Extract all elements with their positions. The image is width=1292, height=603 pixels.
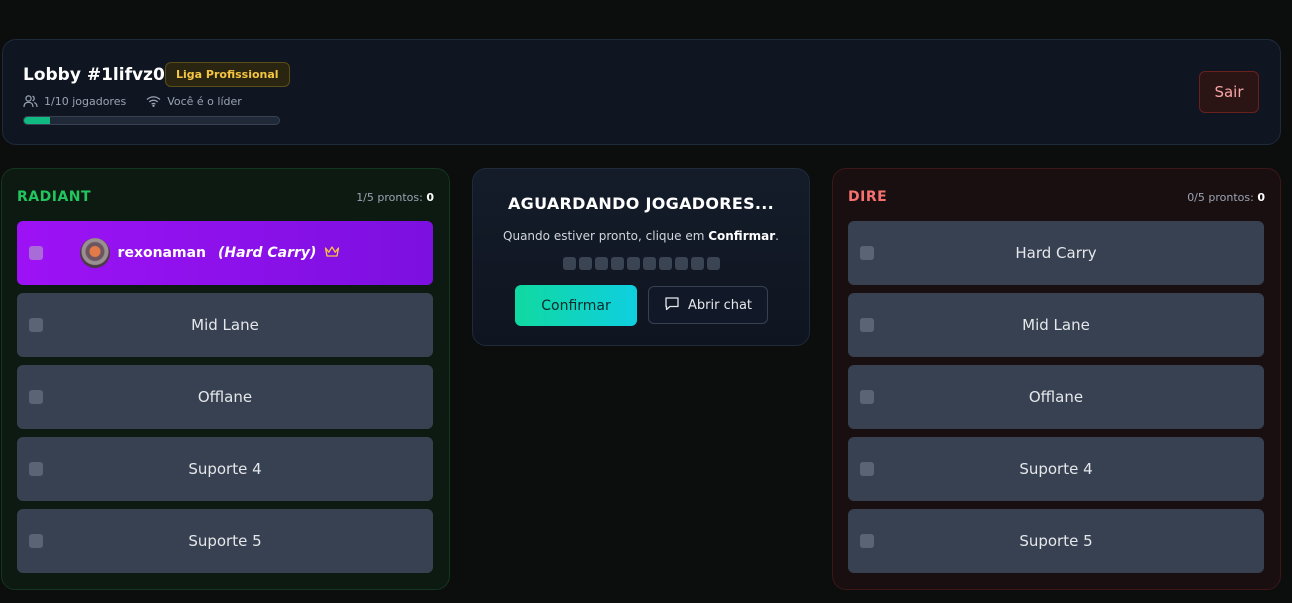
lobby-meta: 1/10 jogadores Você é o líder	[23, 93, 242, 109]
player-role: (Hard Carry)	[218, 245, 317, 261]
ready-indicator	[675, 257, 688, 270]
league-badge: Liga Profissional	[165, 62, 290, 87]
dire-slot-hard-carry[interactable]: Hard Carry	[848, 221, 1264, 285]
dire-slot-offlane[interactable]: Offlane	[848, 365, 1264, 429]
slot-role-label: Suporte 5	[188, 532, 262, 550]
ready-indicator	[611, 257, 624, 270]
radiant-slot-suporte-4[interactable]: Suporte 4	[17, 437, 433, 501]
ready-indicator	[691, 257, 704, 270]
slot-checkbox[interactable]	[29, 462, 43, 476]
lobby-header: Lobby #1lifvz05 Liga Profissional 1/10 j…	[2, 39, 1281, 145]
ready-indicator	[563, 257, 576, 270]
confirm-button[interactable]: Confirmar	[515, 285, 637, 326]
slot-checkbox[interactable]	[29, 534, 43, 548]
waiting-panel: AGUARDANDO JOGADORES... Quando estiver p…	[472, 168, 810, 346]
dire-slot-mid-lane[interactable]: Mid Lane	[848, 293, 1264, 357]
users-icon	[23, 94, 38, 108]
crown-icon	[324, 245, 340, 262]
ready-indicator	[643, 257, 656, 270]
ready-indicator	[595, 257, 608, 270]
radiant-team-name: RADIANT	[17, 189, 92, 205]
dire-slot-suporte-4[interactable]: Suporte 4	[848, 437, 1264, 501]
slot-checkbox[interactable]	[860, 462, 874, 476]
radiant-slot-suporte-5[interactable]: Suporte 5	[17, 509, 433, 573]
radiant-ready-count: 1/5 prontos: 0	[356, 191, 434, 204]
ready-indicator	[659, 257, 672, 270]
slot-role-label: Mid Lane	[1022, 316, 1090, 334]
radiant-slot-mid-lane[interactable]: Mid Lane	[17, 293, 433, 357]
lobby-progress-bar	[23, 116, 280, 125]
players-count: 1/10 jogadores	[44, 94, 127, 108]
leader-status: Você é o líder	[167, 94, 242, 108]
slot-role-label: Hard Carry	[1015, 244, 1097, 262]
slot-checkbox[interactable]	[29, 390, 43, 404]
ready-indicator	[627, 257, 640, 270]
chat-bubble-icon	[664, 296, 680, 315]
slot-role-label: Mid Lane	[191, 316, 259, 334]
slot-checkbox[interactable]	[860, 534, 874, 548]
slot-checkbox[interactable]	[860, 390, 874, 404]
slot-role-label: Offlane	[1028, 388, 1084, 406]
waiting-title: AGUARDANDO JOGADORES...	[507, 194, 775, 213]
exit-button[interactable]: Sair	[1199, 71, 1259, 113]
slot-role-label: Offlane	[197, 388, 253, 406]
player-name: rexonaman	[117, 245, 207, 261]
radiant-team-panel: RADIANT 1/5 prontos: 0 rexonaman (Hard C…	[1, 168, 450, 590]
slot-role-label: Suporte 5	[1019, 532, 1093, 550]
slot-checkbox[interactable]	[860, 318, 874, 332]
slot-role-label: Suporte 4	[1019, 460, 1093, 478]
lobby-progress-fill	[24, 117, 50, 124]
dire-team-name: DIRE	[848, 189, 888, 205]
waiting-instructions: Quando estiver pronto, clique em Confirm…	[503, 229, 779, 243]
slot-checkbox[interactable]	[29, 246, 43, 260]
lobby-title: Lobby #1lifvz05	[23, 65, 177, 85]
ready-indicator	[579, 257, 592, 270]
player-entry: rexonaman (Hard Carry)	[79, 238, 341, 268]
open-chat-label: Abrir chat	[687, 297, 753, 313]
slot-role-label: Suporte 4	[188, 460, 262, 478]
dire-ready-count: 0/5 prontos: 0	[1187, 191, 1265, 204]
wifi-icon	[146, 95, 161, 107]
slot-checkbox[interactable]	[29, 318, 43, 332]
open-chat-button[interactable]: Abrir chat	[648, 286, 768, 324]
radiant-slot-hard-carry[interactable]: rexonaman (Hard Carry)	[17, 221, 433, 285]
ready-indicator	[707, 257, 720, 270]
slot-checkbox[interactable]	[860, 246, 874, 260]
ready-indicators	[563, 257, 720, 270]
avatar	[79, 238, 110, 268]
radiant-slot-offlane[interactable]: Offlane	[17, 365, 433, 429]
dire-team-panel: DIRE 0/5 prontos: 0 Hard Carry Mid Lane …	[832, 168, 1281, 590]
dire-slot-suporte-5[interactable]: Suporte 5	[848, 509, 1264, 573]
